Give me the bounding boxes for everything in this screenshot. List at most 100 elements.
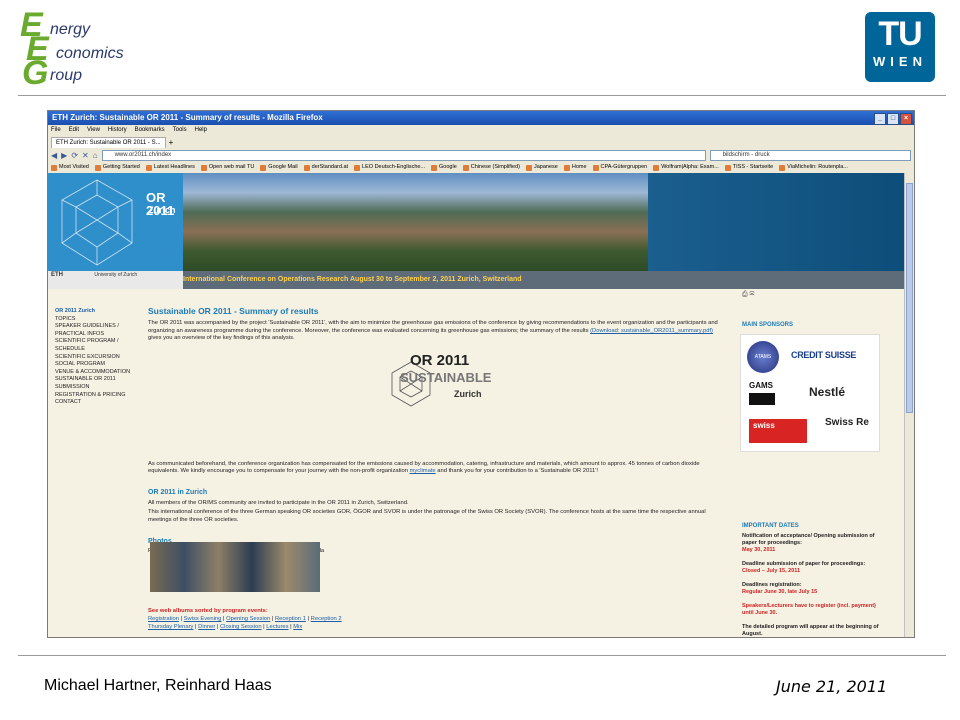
bookmark-item[interactable]: Getting Started (94, 162, 140, 173)
album-link[interactable]: Reception 1 (275, 616, 306, 622)
bookmark-icon (779, 164, 786, 171)
bookmark-item[interactable]: CPA-Gütergruppen (592, 162, 647, 173)
stop-button[interactable]: ✕ (82, 151, 89, 160)
bookmark-item[interactable]: Most Visited (51, 162, 89, 173)
album-link[interactable]: Lectures (266, 624, 288, 630)
bookmark-item[interactable]: derStandard.at (303, 162, 348, 173)
menu-bar: File Edit View History Bookmarks Tools H… (48, 125, 914, 136)
event-photos[interactable] (150, 542, 320, 592)
bookmark-item[interactable]: Latest Headlines (145, 162, 195, 173)
album-link[interactable]: Registration (148, 616, 179, 622)
album-link[interactable]: Swiss Evening (184, 616, 222, 622)
menu-help[interactable]: Help (195, 125, 207, 136)
site-logo-subtitle: Zurich (148, 205, 176, 215)
nav-item-speaker-guidelines[interactable]: SPEAKER GUIDELINES / PRACTICAL INFOS (55, 323, 140, 338)
bookmark-item[interactable]: Wolfram|Alpha: Exam... (653, 162, 719, 173)
home-button[interactable]: ⌂ (93, 151, 98, 160)
nav-item-contact[interactable]: CONTACT (55, 399, 140, 407)
bookmark-icon (526, 164, 532, 171)
bookmark-item[interactable]: Open web mail TU (200, 162, 254, 173)
search-bar[interactable]: bildschirm - druck (709, 149, 911, 161)
albums-line-2: Thursday Plenary | Dinner | Closing Sess… (148, 624, 303, 630)
minimize-button[interactable]: _ (874, 113, 886, 125)
bookmark-icon (653, 164, 660, 171)
bookmark-icon (354, 164, 361, 171)
browser-window: ETH Zurich: Sustainable OR 2011 - Summar… (47, 110, 915, 638)
menu-tools[interactable]: Tools (173, 125, 187, 136)
sponsor-atams-logo[interactable]: ATAMS (747, 341, 779, 373)
bookmark-item[interactable]: LEO Deutsch-Englische... (354, 162, 425, 173)
sponsor-credit-suisse-logo[interactable]: CREDIT SUISSE (791, 350, 856, 360)
nav-item-registration[interactable]: REGISTRATION & PRICING (55, 392, 140, 400)
menu-view[interactable]: View (87, 125, 100, 136)
nav-item-sustainable[interactable]: SUSTAINABLE OR 2011 (55, 376, 140, 384)
maximize-button[interactable]: □ (887, 113, 899, 125)
bookmark-item[interactable]: TISS - Startseite (724, 162, 773, 173)
vertical-scrollbar[interactable] (904, 173, 914, 637)
date-value: Regular June 30, late July 15 (742, 589, 818, 595)
scrollbar-thumb[interactable] (906, 183, 913, 413)
back-button[interactable]: ◀ (51, 151, 57, 160)
date-value: May 30, 2011 (742, 547, 776, 553)
page-viewport: OR 2011 Zurich ETH University of Zurich … (48, 173, 905, 637)
album-link[interactable]: Mix (293, 624, 302, 630)
eeg-logo: E E G nergy conomics roup (18, 6, 158, 92)
window-titlebar: ETH Zurich: Sustainable OR 2011 - Summar… (48, 111, 914, 125)
section2-paragraph-1: All members of the OR/MS community are i… (148, 499, 409, 506)
sponsor-gams-logo[interactable]: GAMS (749, 381, 773, 390)
search-text: bildschirm - druck (722, 151, 770, 158)
sponsors-box: ATAMS CREDIT SUISSE GAMS Nestlé swiss Sw… (740, 334, 880, 452)
url-bar[interactable]: www.or2011.ch/index (101, 149, 706, 161)
bookmark-icon (303, 164, 310, 171)
albums-label: See web albums sorted by program events: (148, 608, 268, 614)
close-button[interactable]: × (900, 113, 912, 125)
nav-item-scientific-program[interactable]: SCIENTIFIC PROGRAM / SCHEDULE (55, 338, 140, 353)
album-link[interactable]: Reception 2 (311, 616, 342, 622)
print-email-icons[interactable]: ⎙ ✉ (742, 291, 882, 298)
album-link[interactable]: Thursday Plenary (148, 624, 193, 630)
new-tab-button[interactable]: + (169, 138, 174, 148)
sponsor-nestle-logo[interactable]: Nestlé (809, 385, 845, 399)
forward-button[interactable]: ▶ (61, 151, 67, 160)
eeg-logo-word: roup (50, 67, 83, 84)
bookmark-item[interactable]: Google (431, 162, 457, 173)
reload-button[interactable]: ⟳ (71, 151, 78, 160)
download-summary-link[interactable]: (Download: sustainable_OR2011_summary.pd… (590, 328, 713, 334)
zurich-panorama-image (183, 173, 648, 271)
bookmark-item[interactable]: Google Mail (260, 162, 298, 173)
menu-bookmarks[interactable]: Bookmarks (135, 125, 165, 136)
date-value: Speakers/Lecturers have to register (inc… (742, 603, 876, 616)
album-link[interactable]: Closing Session (220, 624, 262, 630)
bookmark-icon (592, 164, 599, 171)
bookmark-item[interactable]: Chinese (Simplified) (462, 162, 520, 173)
album-link[interactable]: Dinner (198, 624, 215, 630)
nav-item-scientific-excursion[interactable]: SCIENTIFIC EXCURSION (55, 354, 140, 362)
conference-banner: International Conference on Operations R… (183, 276, 522, 283)
sponsor-swiss-logo[interactable]: swiss (749, 419, 807, 443)
menu-file[interactable]: File (51, 125, 61, 136)
myclimate-link[interactable]: myclimate (410, 468, 436, 474)
sponsor-swiss-re-logo[interactable]: Swiss Re (825, 417, 869, 428)
menu-history[interactable]: History (108, 125, 127, 136)
site-header: OR 2011 Zurich ETH University of Zurich … (48, 173, 905, 289)
bookmark-item[interactable]: Home (563, 162, 587, 173)
nav-item-topics[interactable]: TOPICS (55, 316, 140, 324)
header-divider (18, 95, 946, 96)
date-label: Deadlines registration: (742, 582, 802, 588)
bookmark-item[interactable]: Japanese (526, 162, 558, 173)
nav-item-submission[interactable]: SUBMISSION (55, 384, 140, 392)
album-link[interactable]: Opening Session (226, 616, 270, 622)
nav-item-social-program[interactable]: SOCIAL PROGRAM (55, 361, 140, 369)
nav-item-or2011-zurich[interactable]: OR 2011 Zurich (55, 308, 140, 316)
sustainable-logo-word: SUSTAINABLE (400, 369, 492, 385)
bookmark-item[interactable]: ViaMichelin: Routenpla... (779, 162, 848, 173)
compensation-paragraph: As communicated beforehand, the conferen… (148, 460, 700, 475)
url-text: www.or2011.ch/index (114, 151, 172, 158)
uzh-logo: University of Zurich (94, 272, 138, 278)
wien-logo-text: WIEN (873, 54, 927, 69)
nav-item-venue[interactable]: VENUE & ACCOMMODATION (55, 369, 140, 377)
menu-edit[interactable]: Edit (69, 125, 79, 136)
tab-active[interactable]: ETH Zurich: Sustainable OR 2011 - S... (51, 137, 166, 148)
site-logo[interactable]: OR 2011 Zurich (48, 173, 183, 271)
right-column: ⎙ ✉ MAIN SPONSORS (742, 291, 882, 329)
